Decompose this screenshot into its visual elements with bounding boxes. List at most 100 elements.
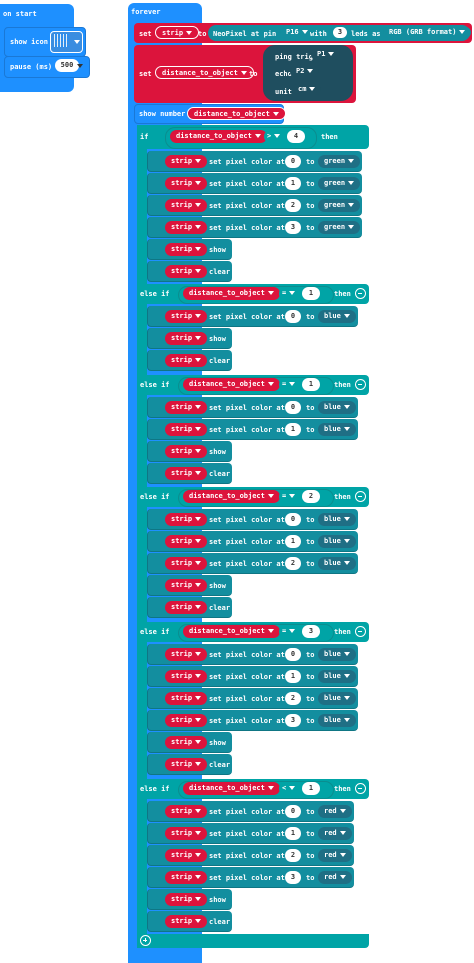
strip-var-dropdown[interactable]: strip	[165, 467, 208, 480]
pixel-index-input[interactable]: 0	[285, 310, 301, 323]
strip-var-dropdown[interactable]: strip	[165, 265, 208, 278]
strip-var-dropdown[interactable]: strip	[165, 915, 208, 928]
color-dropdown[interactable]: blue	[318, 557, 356, 570]
strip-var-dropdown[interactable]: strip	[165, 805, 208, 818]
compare-value-input[interactable]: 2	[302, 490, 320, 503]
operator-dropdown[interactable]: =	[279, 287, 299, 300]
strip-var-dropdown[interactable]: strip	[165, 736, 208, 749]
operator-dropdown[interactable]: <	[279, 782, 299, 795]
pixel-index-input[interactable]: 2	[285, 557, 301, 570]
color-dropdown[interactable]: red	[318, 871, 352, 884]
strip-var-dropdown[interactable]: strip	[165, 445, 208, 458]
pixel-index-input[interactable]: 3	[285, 871, 301, 884]
pixel-index-input[interactable]: 2	[285, 199, 301, 212]
compare-value-input[interactable]: 1	[302, 782, 320, 795]
strip-var-dropdown[interactable]: strip	[165, 401, 208, 414]
compare-var-dropdown[interactable]: distance_to_object	[183, 287, 280, 300]
pixel-index-input[interactable]: 1	[285, 827, 301, 840]
color-dropdown[interactable]: blue	[318, 401, 356, 414]
pixel-index-input[interactable]: 1	[285, 535, 301, 548]
color-dropdown[interactable]: green	[318, 199, 361, 212]
color-dropdown[interactable]: blue	[318, 423, 356, 436]
operator-dropdown[interactable]: =	[279, 490, 299, 503]
remove-else-if-minus-icon[interactable]	[355, 288, 366, 299]
compare-var-dropdown[interactable]: distance_to_object	[170, 130, 267, 143]
distance-var-dropdown[interactable]: distance_to_object	[155, 66, 254, 79]
strip-var-dropdown[interactable]: strip	[165, 827, 208, 840]
operator-dropdown[interactable]: >	[264, 130, 284, 143]
compare-var-dropdown[interactable]: distance_to_object	[183, 490, 280, 503]
color-dropdown[interactable]: red	[318, 805, 352, 818]
strip-var-dropdown[interactable]: strip	[165, 310, 208, 323]
strip-var-dropdown[interactable]: strip	[165, 893, 208, 906]
pixel-index-input[interactable]: 3	[285, 714, 301, 727]
strip-var-dropdown[interactable]: strip	[165, 199, 208, 212]
color-dropdown[interactable]: blue	[318, 648, 356, 661]
strip-var-dropdown[interactable]: strip	[165, 670, 208, 683]
strip-var-dropdown[interactable]: strip	[155, 26, 200, 39]
strip-var-dropdown[interactable]: strip	[165, 354, 208, 367]
strip-var-dropdown[interactable]: strip	[165, 714, 208, 727]
color-dropdown[interactable]: blue	[318, 714, 356, 727]
operator-dropdown[interactable]: =	[279, 625, 299, 638]
pixel-index-input[interactable]: 0	[285, 513, 301, 526]
pixel-index-input[interactable]: 0	[285, 155, 301, 168]
remove-else-if-minus-icon[interactable]	[355, 491, 366, 502]
strip-var-dropdown[interactable]: strip	[165, 557, 208, 570]
strip-var-dropdown[interactable]: strip	[165, 221, 208, 234]
pixel-index-input[interactable]: 3	[285, 221, 301, 234]
pixel-index-input[interactable]: 1	[285, 177, 301, 190]
strip-var-dropdown[interactable]: strip	[165, 849, 208, 862]
color-dropdown[interactable]: red	[318, 827, 352, 840]
pixel-index-input[interactable]: 1	[285, 670, 301, 683]
pixel-index-input[interactable]: 1	[285, 423, 301, 436]
strip-var-dropdown[interactable]: strip	[165, 601, 208, 614]
strip-var-dropdown[interactable]: strip	[165, 513, 208, 526]
trig-pin-dropdown[interactable]: P1	[311, 49, 341, 60]
compare-var-dropdown[interactable]: distance_to_object	[183, 378, 280, 391]
color-dropdown[interactable]: blue	[318, 310, 356, 323]
color-dropdown[interactable]: blue	[318, 535, 356, 548]
pixel-index-input[interactable]: 2	[285, 849, 301, 862]
pause-value-input[interactable]: 500	[55, 59, 79, 72]
strip-var-dropdown[interactable]: strip	[165, 177, 208, 190]
strip-var-dropdown[interactable]: strip	[165, 535, 208, 548]
format-dropdown[interactable]: RGB (GRB format)	[383, 27, 472, 38]
strip-var-dropdown[interactable]: strip	[165, 758, 208, 771]
compare-var-dropdown[interactable]: distance_to_object	[183, 782, 280, 795]
pixel-index-input[interactable]: 0	[285, 805, 301, 818]
compare-value-input[interactable]: 3	[302, 625, 320, 638]
pixel-index-input[interactable]: 0	[285, 648, 301, 661]
strip-var-dropdown[interactable]: strip	[165, 692, 208, 705]
strip-var-dropdown[interactable]: strip	[165, 871, 208, 884]
remove-else-if-minus-icon[interactable]	[355, 379, 366, 390]
color-dropdown[interactable]: red	[318, 849, 352, 862]
strip-var-dropdown[interactable]: strip	[165, 332, 208, 345]
color-dropdown[interactable]: green	[318, 221, 361, 234]
compare-value-input[interactable]: 4	[287, 130, 305, 143]
strip-var-dropdown[interactable]: strip	[165, 579, 208, 592]
color-dropdown[interactable]: green	[318, 155, 361, 168]
compare-value-input[interactable]: 1	[302, 287, 320, 300]
leds-count-input[interactable]: 3	[333, 27, 347, 38]
color-dropdown[interactable]: blue	[318, 692, 356, 705]
strip-var-dropdown[interactable]: strip	[165, 423, 208, 436]
remove-else-if-minus-icon[interactable]	[355, 626, 366, 637]
echo-pin-dropdown[interactable]: P2	[290, 66, 320, 77]
color-dropdown[interactable]: green	[318, 177, 361, 190]
unit-dropdown[interactable]: cm	[292, 84, 322, 95]
show-number-var-dropdown[interactable]: distance_to_object	[187, 107, 286, 120]
pixel-index-input[interactable]: 0	[285, 401, 301, 414]
strip-var-dropdown[interactable]: strip	[165, 155, 208, 168]
remove-else-if-minus-icon[interactable]	[355, 783, 366, 794]
strip-var-dropdown[interactable]: strip	[165, 243, 208, 256]
compare-var-dropdown[interactable]: distance_to_object	[183, 625, 280, 638]
color-dropdown[interactable]: blue	[318, 670, 356, 683]
pin-dropdown[interactable]: P16	[280, 27, 314, 38]
operator-dropdown[interactable]: =	[279, 378, 299, 391]
add-else-if-plus-icon[interactable]	[140, 935, 151, 946]
color-dropdown[interactable]: blue	[318, 513, 356, 526]
pixel-index-input[interactable]: 2	[285, 692, 301, 705]
compare-value-input[interactable]: 1	[302, 378, 320, 391]
strip-var-dropdown[interactable]: strip	[165, 648, 208, 661]
